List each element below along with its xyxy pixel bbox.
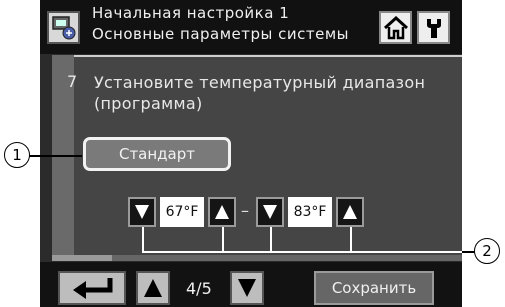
triangle-up-icon <box>343 205 357 219</box>
low-temp-down-button[interactable] <box>128 197 156 227</box>
triangle-down-icon <box>238 279 256 297</box>
home-icon <box>383 15 408 39</box>
wrench-icon <box>426 18 441 38</box>
step-instruction-line2: (программа) <box>94 94 203 113</box>
back-button[interactable] <box>58 271 126 305</box>
step-instruction-line1: Установите температурный диапазон <box>94 73 426 92</box>
page-up-button[interactable] <box>136 271 170 305</box>
high-temp-up-button[interactable] <box>336 197 364 227</box>
callout-leader <box>270 227 272 253</box>
callout-marker-2: 2 <box>474 238 500 264</box>
callout-leader <box>350 227 352 253</box>
return-arrow-icon <box>73 278 113 299</box>
high-temp-down-button[interactable] <box>256 197 284 227</box>
high-temp-value: 83°F <box>288 197 332 227</box>
callout-marker-1: 1 <box>4 142 30 168</box>
header-title-line2: Основные параметры системы <box>92 25 350 43</box>
page-indicator: 4/5 <box>186 279 212 298</box>
triangle-up-icon <box>144 279 162 297</box>
low-temp-up-button[interactable] <box>208 197 236 227</box>
triangle-up-icon <box>215 205 229 219</box>
header-title: Начальная настройка 1 Основные параметры… <box>92 3 349 45</box>
low-temp-value: 67°F <box>160 197 204 227</box>
triangle-down-icon <box>263 205 277 219</box>
range-separator: – <box>241 201 249 220</box>
scrollbar-track[interactable] <box>52 255 462 261</box>
callout-leader <box>142 227 144 253</box>
callout-leader <box>26 155 82 157</box>
remote-controller-icon <box>47 11 80 44</box>
scrollbar-thumb[interactable] <box>52 255 112 261</box>
save-button[interactable]: Сохранить <box>314 271 434 305</box>
home-button[interactable] <box>379 11 412 44</box>
callout-leader <box>222 227 224 253</box>
callout-leader <box>142 251 462 253</box>
service-button[interactable] <box>417 11 450 44</box>
page-down-button[interactable] <box>230 271 264 305</box>
program-select-button[interactable]: Стандарт <box>83 137 231 171</box>
step-instruction: Установите температурный диапазон (прогр… <box>94 72 425 114</box>
device-screen: Начальная настройка 1 Основные параметры… <box>40 0 462 307</box>
triangle-down-icon <box>135 205 149 219</box>
step-number: 7 <box>67 72 78 91</box>
header-title-line1: Начальная настройка 1 <box>92 4 290 22</box>
